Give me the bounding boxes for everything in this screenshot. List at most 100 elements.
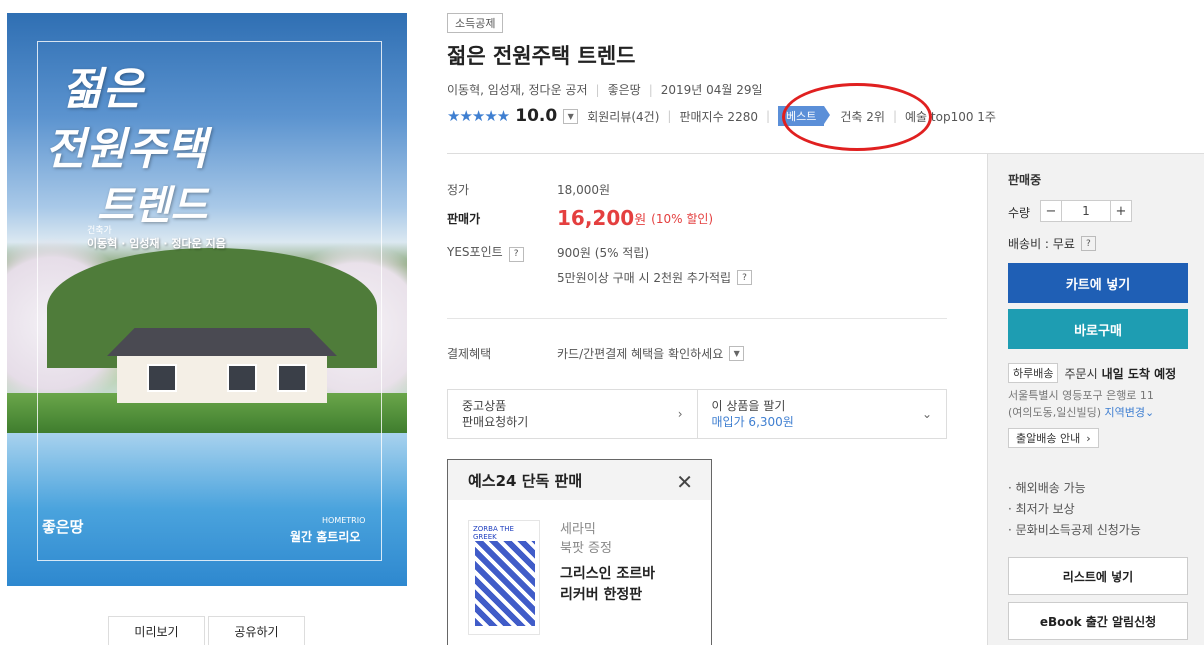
- divider: [447, 318, 947, 319]
- delivery-row: 하루배송 주문시 내일 도착 예정: [1008, 363, 1176, 383]
- star-rating-icon: ★★★★★: [447, 107, 510, 125]
- used-title: 중고상품: [462, 399, 507, 413]
- publisher-link[interactable]: 좋은땅: [608, 81, 641, 98]
- exclusive-header: 예스24 단독 판매 ✕: [448, 460, 711, 500]
- zorba-cover-art: [475, 541, 535, 626]
- bonus-row: 5만원이상 구매 시 2천원 추가적립 ?: [557, 269, 753, 286]
- exclusive-book-title[interactable]: 그리스인 조르바 리커버 한정판: [560, 564, 655, 606]
- share-button[interactable]: 공유하기: [208, 616, 305, 645]
- authors-link[interactable]: 이동혁, 임성재, 정다운 공저: [447, 81, 588, 98]
- zorba-cover-text: ZORBA THE GREEK: [473, 525, 514, 541]
- points-label: YES포인트: [447, 245, 503, 259]
- chevron-right-icon: ›: [1086, 431, 1091, 445]
- shipping-fee: 배송비 : 무료: [1008, 237, 1075, 251]
- publish-date: 2019년 04월 29일: [660, 83, 763, 97]
- buy-now-button[interactable]: 바로구매: [1008, 309, 1188, 349]
- rating-score: 10.0: [515, 106, 558, 126]
- chevron-down-icon[interactable]: ▼: [563, 108, 579, 124]
- region-change-link[interactable]: 지역변경: [1105, 406, 1145, 419]
- payment-benefit-text: 카드/간편결제 혜택을 확인하세요: [557, 347, 724, 361]
- cover-brand: HOMETRIO: [322, 516, 366, 525]
- cover-title-line-1: 젊은: [62, 64, 143, 115]
- rating-divider: |: [667, 109, 672, 123]
- bulk-delivery-label: 출알배송 안내: [1016, 432, 1081, 445]
- cover-authors: 이동혁 · 임성재 · 정다운 지음: [87, 237, 226, 250]
- delivery-tag: 하루배송: [1008, 363, 1059, 383]
- reviews-link[interactable]: 회원리뷰(4건): [587, 108, 659, 125]
- zorba-book-cover[interactable]: ZORBA THE GREEK: [468, 520, 540, 635]
- feature-item: · 문화비소득공제 신청가능: [1008, 523, 1141, 537]
- sale-price-label: 판매가: [447, 211, 481, 226]
- list-price-value: 18,000원: [557, 183, 611, 197]
- quantity-label: 수량: [1008, 206, 1031, 220]
- bulk-delivery-info-button[interactable]: 출알배송 안내 ›: [1008, 428, 1099, 448]
- help-icon[interactable]: ?: [508, 246, 524, 262]
- sell-title: 이 상품을 팔기: [711, 399, 786, 413]
- list-price-row: 정가 18,000원: [447, 181, 610, 198]
- discount-rate: (10% 할인): [651, 211, 714, 226]
- list-price-label: 정가: [447, 183, 470, 197]
- gift-line-1: 세라믹: [560, 522, 596, 537]
- exclusive-title: 예스24 단독 판매: [468, 471, 583, 490]
- used-book-box: 중고상품 판매요청하기 › 이 상품을 팔기 매입가 6,300원 ⌄: [447, 389, 947, 439]
- help-icon[interactable]: ?: [1080, 236, 1096, 251]
- payment-benefit-label: 결제혜택: [447, 347, 492, 361]
- add-to-list-button[interactable]: 리스트에 넣기: [1008, 557, 1188, 595]
- quantity-stepper: − 1 +: [1040, 200, 1132, 222]
- sell-item-button[interactable]: 이 상품을 팔기 매입가 6,300원 ⌄: [698, 390, 947, 438]
- feature-item: · 해외배송 가능: [1008, 481, 1086, 495]
- address-line-1: 서울특별시 영등포구 은행로 11: [1008, 389, 1154, 402]
- buyback-price: 매입가 6,300원: [711, 415, 794, 429]
- used-sub: 판매요청하기: [462, 415, 529, 429]
- sales-index: 판매지수 2280: [679, 109, 758, 124]
- plus-icon[interactable]: +: [1110, 200, 1132, 222]
- service-features: · 해외배송 가능 · 최저가 보상 · 문화비소득공제 신청가능: [1008, 478, 1141, 541]
- chevron-down-icon: ⌄: [921, 407, 932, 421]
- page-title: 젊은 전원주택 트렌드: [447, 44, 636, 68]
- minus-icon[interactable]: −: [1040, 200, 1062, 222]
- address-line-2-wrap: (여의도동,일신빌딩) 지역변경⌄: [1008, 404, 1154, 421]
- quantity-input[interactable]: 1: [1062, 200, 1110, 222]
- delivery-pre: 주문시: [1064, 366, 1098, 381]
- cover-title-line-3: 트렌드: [97, 182, 208, 229]
- exclusive-sale-box: 예스24 단독 판매 ✕ ZORBA THE GREEK 세라믹 북팟 증정 그…: [447, 459, 712, 645]
- book-meta: 이동혁, 임성재, 정다운 공저 | 좋은땅 | 2019년 04월 29일: [447, 81, 763, 98]
- sale-price-unit: 원: [634, 212, 647, 228]
- shipping-fee-row: 배송비 : 무료 ?: [1008, 235, 1096, 252]
- cover-magazine: 월간 홈트리오: [290, 530, 361, 544]
- sale-status: 판매중: [1008, 173, 1042, 187]
- exclusive-gift-text: 세라믹 북팟 증정: [560, 520, 612, 558]
- gift-line-2: 북팟 증정: [560, 541, 612, 556]
- ebook-alert-button[interactable]: eBook 출간 알림신청: [1008, 602, 1188, 640]
- address-line-2: (여의도동,일신빌딩): [1008, 406, 1102, 419]
- book-cover-image[interactable]: 젊은 전원주택 트렌드 건축가 이동혁 · 임성재 · 정다운 지음 좋은땅 H…: [7, 13, 407, 586]
- chevron-down-icon[interactable]: ▼: [729, 346, 745, 361]
- income-deduction-tag: 소득공제: [447, 13, 504, 33]
- sale-price-value: 16,200: [557, 206, 635, 230]
- points-row: YES포인트? 900원 (5% 적립): [447, 243, 649, 262]
- cover-title-line-2: 전원주택: [45, 124, 207, 175]
- bonus-points-text: 5만원이상 구매 시 2천원 추가적립: [557, 271, 732, 285]
- points-label-wrap: YES포인트?: [447, 243, 557, 262]
- close-icon[interactable]: ✕: [676, 470, 693, 494]
- sale-price-row: 판매가 16,200 원 (10% 할인): [447, 206, 713, 230]
- chevron-right-icon: ›: [677, 407, 683, 421]
- book-title-line-2: 리커버 한정판: [560, 587, 643, 603]
- delivery-eta: 내일 도착 예정: [1101, 366, 1177, 381]
- rating-divider: |: [765, 109, 771, 123]
- purchase-panel: 판매중 수량 − 1 + 배송비 : 무료 ? 카트에 넣기 바로구매 하루배송…: [987, 154, 1204, 645]
- delivery-address: 서울특별시 영등포구 은행로 11 (여의도동,일신빌딩) 지역변경⌄: [1008, 387, 1154, 421]
- meta-divider: |: [648, 82, 653, 97]
- feature-item: · 최저가 보상: [1008, 502, 1075, 516]
- preview-button[interactable]: 미리보기: [108, 616, 205, 645]
- payment-benefit-row: 결제혜택 카드/간편결제 혜택을 확인하세요 ▼: [447, 345, 753, 362]
- add-to-cart-button[interactable]: 카트에 넣기: [1008, 263, 1188, 303]
- annotation-circle: [782, 83, 932, 151]
- cover-publisher: 좋은땅: [42, 518, 84, 536]
- book-title-line-1: 그리스인 조르바: [560, 566, 656, 582]
- meta-divider: |: [595, 82, 600, 97]
- used-request-button[interactable]: 중고상품 판매요청하기 ›: [448, 390, 698, 438]
- points-value: 900원 (5% 적립): [557, 245, 650, 260]
- help-icon[interactable]: ?: [737, 270, 753, 285]
- chevron-down-icon: ⌄: [1145, 406, 1155, 419]
